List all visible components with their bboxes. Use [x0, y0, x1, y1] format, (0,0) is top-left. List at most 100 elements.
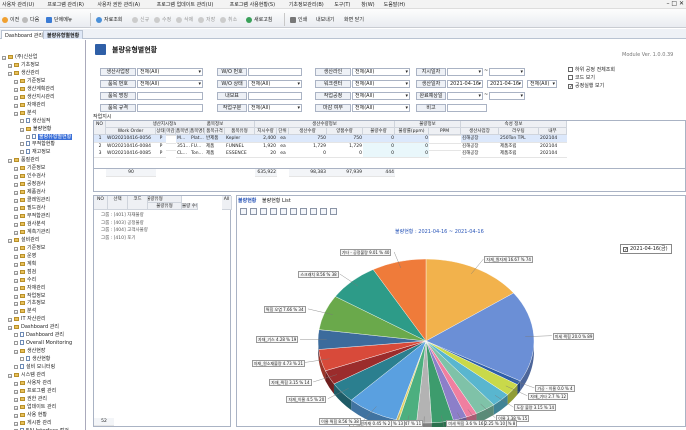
column-header[interactable]: NO [94, 196, 108, 210]
tree-node[interactable]: − 생산관리 [8, 69, 39, 77]
column-header[interactable]: All [222, 196, 232, 210]
grid-cell[interactable]: P [156, 150, 166, 158]
export-icon[interactable] [330, 208, 337, 215]
filter-field[interactable] [137, 92, 203, 100]
grid-cell[interactable]: 0 [289, 150, 327, 158]
filter-field[interactable] [137, 104, 203, 112]
tree-node[interactable]: − 제품검사 [14, 188, 45, 196]
option-checkbox[interactable]: 코드 보기 [568, 75, 595, 82]
column-header[interactable]: 불량수량 [363, 128, 395, 135]
tree-node[interactable]: − 기준정보 [14, 77, 45, 85]
defect-type-panel[interactable]: 불량유형NO선택코드불량유형불량 수량All그룹 : [401] 자재불량그룹 … [93, 195, 232, 427]
tab-defect-chart[interactable]: 불량현황 [238, 197, 256, 204]
expand-icon[interactable]: − [14, 381, 18, 386]
tree-node[interactable]: − 품질관리 [8, 156, 39, 164]
expand-icon[interactable]: − [14, 207, 18, 212]
expand-icon[interactable]: − [8, 374, 12, 378]
grid-cell[interactable]: 0 [363, 150, 395, 158]
expand-icon[interactable]: − [14, 103, 18, 108]
tree-node[interactable]: − 분석 [14, 109, 36, 117]
tree-node[interactable]: − IT 자산관리 [8, 315, 46, 323]
tree-node[interactable]: − 운영 [14, 252, 36, 260]
expand-icon[interactable]: − [14, 246, 18, 251]
print-icon[interactable] [310, 208, 317, 215]
expand-icon[interactable]: − [8, 326, 12, 331]
expand-icon[interactable]: − [14, 230, 18, 235]
expand-icon[interactable]: − [14, 111, 18, 116]
tree-node[interactable]: − 설비관리 [8, 236, 39, 244]
column-header[interactable]: 생산수량 [289, 128, 327, 135]
tree-node[interactable]: − 클레임관리 [14, 196, 50, 204]
expand-icon[interactable]: − [14, 310, 18, 315]
filter-field[interactable]: 전체(All) [352, 104, 410, 112]
column-header[interactable]: 코드 [128, 196, 148, 210]
group-row[interactable]: 그룹 : [410] 포기 [100, 235, 210, 242]
grid-cell[interactable]: WO20210416-0085 [106, 150, 156, 158]
filter-field[interactable]: 전체(All) [352, 68, 410, 76]
column-header[interactable]: 불량률(ppm) [395, 128, 429, 135]
date-from-field[interactable]: 2021-04-16 [447, 80, 483, 88]
tab-dashboard[interactable]: Dashboard 관리 [1, 30, 47, 39]
expand-icon[interactable]: − [14, 413, 18, 418]
column-header[interactable]: 품목명칭 [190, 128, 205, 135]
column-header[interactable]: 라우팅 [499, 128, 539, 135]
column-header[interactable]: 양품수량 [327, 128, 363, 135]
export-button[interactable]: 내보내기 [316, 15, 334, 24]
expand-icon[interactable]: − [8, 71, 12, 76]
tree-node[interactable]: 생산현황 [20, 355, 50, 363]
menu-item[interactable]: 프로그램 업데이트 관리(U) [157, 1, 214, 8]
tab-defect-list[interactable]: 불량현황 List [262, 197, 291, 204]
rotate-icon[interactable] [250, 208, 257, 215]
tree-node[interactable]: − 생산지시관리 [14, 93, 55, 101]
tree-node[interactable]: − 생산현장 [14, 347, 45, 355]
search-button[interactable]: 자료조회 [96, 15, 122, 24]
tree-node[interactable]: − 계측기관리 [14, 228, 50, 236]
tree-node[interactable]: Overall Monitoring [14, 339, 72, 347]
expand-icon[interactable]: − [14, 215, 18, 219]
tree-node[interactable]: − 생산계획관리 [14, 85, 55, 93]
column-header[interactable]: 단위 [277, 128, 289, 135]
expand-icon[interactable]: − [14, 294, 18, 299]
expand-icon[interactable]: − [14, 397, 18, 402]
expand-icon[interactable] [14, 365, 18, 370]
expand-icon[interactable]: − [14, 405, 18, 410]
column-header[interactable]: 품목규격 [205, 128, 225, 135]
expand-icon[interactable]: − [14, 222, 18, 227]
tree-node[interactable]: − 자재관리 [14, 101, 45, 109]
expand-icon[interactable]: − [14, 302, 18, 307]
prev-button[interactable]: 이전 [2, 15, 19, 24]
expand-icon[interactable]: − [14, 183, 18, 188]
tree-node[interactable]: 설비 모니터링 [14, 363, 55, 371]
tree-node[interactable]: − 점검 [14, 268, 36, 276]
expand-icon[interactable]: − [8, 63, 12, 68]
column-header[interactable]: 불량 수량 [182, 203, 198, 210]
multi-menu-button[interactable]: 단에메뉴 [46, 15, 72, 24]
group-row[interactable]: 그룹 : [404] 고객사불량 [100, 227, 210, 234]
expand-icon[interactable]: − [14, 199, 18, 204]
tree-node[interactable]: − 인수검사 [14, 172, 45, 180]
tree-node[interactable]: − 필드검사 [14, 204, 45, 212]
tree-node[interactable]: Dashboard 관리 [14, 331, 64, 339]
tree-node[interactable]: − Dashboard 관리 [8, 323, 59, 331]
expand-icon[interactable] [20, 357, 24, 362]
filter-field[interactable] [248, 92, 302, 100]
cancel-button[interactable]: 취소 [220, 15, 237, 24]
tree-node[interactable]: − 분석 [14, 307, 36, 315]
menu-item[interactable]: 프로그램 사용현황(S) [230, 1, 275, 8]
grid-cell[interactable] [166, 142, 176, 144]
expand-icon[interactable]: − [14, 286, 18, 291]
tree-node[interactable]: − 계획 [14, 260, 36, 268]
next-button[interactable]: 다음 [22, 15, 39, 24]
column-header[interactable]: NO [94, 121, 106, 135]
filter-field[interactable] [248, 68, 302, 76]
expand-icon[interactable]: − [14, 270, 18, 275]
filter-field[interactable]: 전체(All) [352, 92, 410, 100]
grid-cell[interactable]: CL... [176, 150, 190, 158]
reload-button[interactable]: 새로고침 [246, 15, 272, 24]
column-header[interactable]: 내부 [539, 128, 567, 135]
tree-node[interactable]: − (주)신산업 [2, 53, 37, 61]
tree-node[interactable]: − 게시판 관리 [14, 419, 52, 427]
grid-cell[interactable]: 202104 [539, 150, 567, 158]
grid-cell[interactable]: 0 [395, 150, 429, 158]
grid-cell[interactable]: 김해공장 [461, 150, 499, 158]
